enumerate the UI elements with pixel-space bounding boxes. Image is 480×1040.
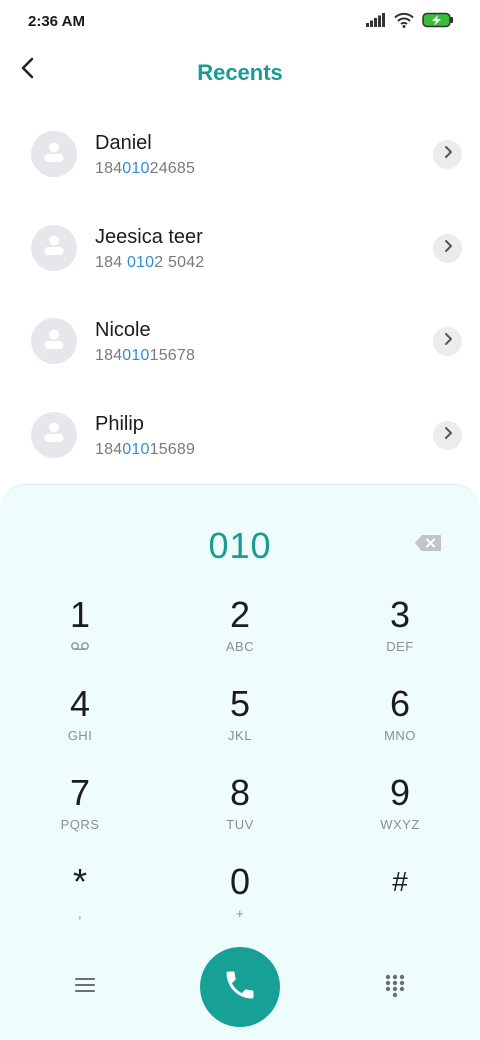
call-button[interactable]: [200, 947, 280, 1027]
battery-charging-icon: [422, 12, 454, 33]
contact-detail-button[interactable]: [433, 233, 462, 263]
contact-number: 18401015689: [95, 440, 196, 458]
avatar: [31, 131, 77, 177]
chevron-right-icon: [443, 426, 453, 445]
dialer-bottom-bar: [0, 947, 480, 1027]
person-icon: [42, 327, 66, 356]
contact-detail-button[interactable]: [433, 327, 462, 356]
avatar: [31, 318, 77, 364]
key-letters: +: [235, 906, 245, 921]
key-letters: MNO: [384, 728, 416, 743]
match-highlight: 010: [122, 160, 150, 177]
key-7[interactable]: 7 PQRS: [20, 773, 140, 853]
key-letters: JKL: [228, 728, 252, 743]
contact-row[interactable]: Philip 18401015689: [0, 388, 480, 482]
status-bar: 2:36 AM: [0, 0, 480, 44]
keypad-toggle-button[interactable]: [380, 973, 410, 1003]
chevron-right-icon: [443, 239, 453, 258]
wifi-icon: [394, 12, 414, 33]
person-icon: [42, 420, 66, 449]
chevron-right-icon: [443, 145, 453, 164]
key-digit: 2: [229, 594, 251, 635]
key-digit: 4: [69, 683, 91, 724]
key-hash[interactable]: #: [340, 862, 460, 942]
key-digit: 5: [229, 683, 251, 724]
chevron-right-icon: [443, 332, 453, 351]
key-digit: 0: [229, 861, 251, 902]
key-letters: PQRS: [60, 817, 100, 832]
contact-name: Daniel: [95, 132, 152, 154]
contact-number: 18401015678: [95, 347, 196, 364]
match-highlight: 010: [122, 347, 150, 364]
key-8[interactable]: 8 TUV: [180, 773, 300, 853]
contact-row[interactable]: Nicole 18401015678: [0, 294, 480, 388]
key-letters: DEF: [386, 639, 414, 654]
signal-icon: [366, 13, 386, 32]
contact-number: 18401024685: [95, 160, 196, 177]
key-digit: 9: [389, 772, 411, 813]
key-star[interactable]: * ,: [20, 862, 140, 942]
backspace-icon: [414, 534, 442, 557]
key-letters: GHI: [67, 728, 93, 743]
avatar: [31, 411, 77, 458]
key-digit: *: [72, 861, 87, 902]
backspace-button[interactable]: [414, 534, 442, 557]
header: Recents: [0, 44, 480, 104]
key-digit: 3: [389, 594, 411, 635]
status-icons: [366, 12, 454, 33]
key-0[interactable]: 0 +: [180, 862, 300, 942]
status-time: 2:36 AM: [28, 13, 85, 30]
person-icon: [42, 140, 66, 169]
avatar: [31, 224, 77, 271]
voicemail-icon: [20, 639, 140, 654]
key-letters: ,: [77, 906, 83, 921]
dialer-panel: 010 1 2 ABC 3 DEF 4 GHI 5 JKL 6 MNO 7 PQ…: [0, 484, 480, 1040]
key-digit: 7: [69, 772, 91, 813]
page-title: Recents: [197, 60, 283, 85]
phone-icon: [222, 967, 258, 1008]
contact-detail-button[interactable]: [433, 140, 462, 169]
contact-row[interactable]: Daniel 18401024685: [0, 107, 480, 201]
contact-name: Philip: [95, 412, 144, 435]
key-6[interactable]: 6 MNO: [340, 684, 460, 764]
menu-button[interactable]: [70, 975, 100, 999]
recents-list: Daniel 18401024685 Jeesica teer 184 0102…: [0, 107, 480, 481]
key-digit: 1: [69, 594, 91, 635]
person-icon: [42, 233, 66, 262]
dialpad-icon: [385, 974, 405, 1003]
match-highlight: 010: [122, 440, 150, 458]
key-1[interactable]: 1: [20, 595, 140, 675]
key-4[interactable]: 4 GHI: [20, 684, 140, 764]
key-5[interactable]: 5 JKL: [180, 684, 300, 764]
key-digit: 6: [389, 683, 411, 724]
match-highlight: 010: [126, 253, 155, 271]
contact-detail-button[interactable]: [433, 420, 462, 450]
key-3[interactable]: 3 DEF: [340, 595, 460, 675]
contact-name: Jeesica teer: [95, 225, 203, 248]
key-digit: 8: [229, 772, 251, 813]
key-letters: WXYZ: [380, 817, 420, 832]
contact-row[interactable]: Jeesica teer 184 0102 5042: [0, 201, 480, 295]
key-9[interactable]: 9 WXYZ: [340, 773, 460, 853]
dialed-number[interactable]: 010: [0, 525, 480, 567]
contact-name: Nicole: [95, 319, 151, 341]
key-letters: TUV: [226, 817, 254, 832]
contact-number: 184 0102 5042: [95, 253, 205, 271]
key-letters: ABC: [225, 639, 255, 654]
key-2[interactable]: 2 ABC: [180, 595, 300, 675]
key-digit: #: [392, 866, 408, 897]
menu-icon: [75, 976, 95, 999]
